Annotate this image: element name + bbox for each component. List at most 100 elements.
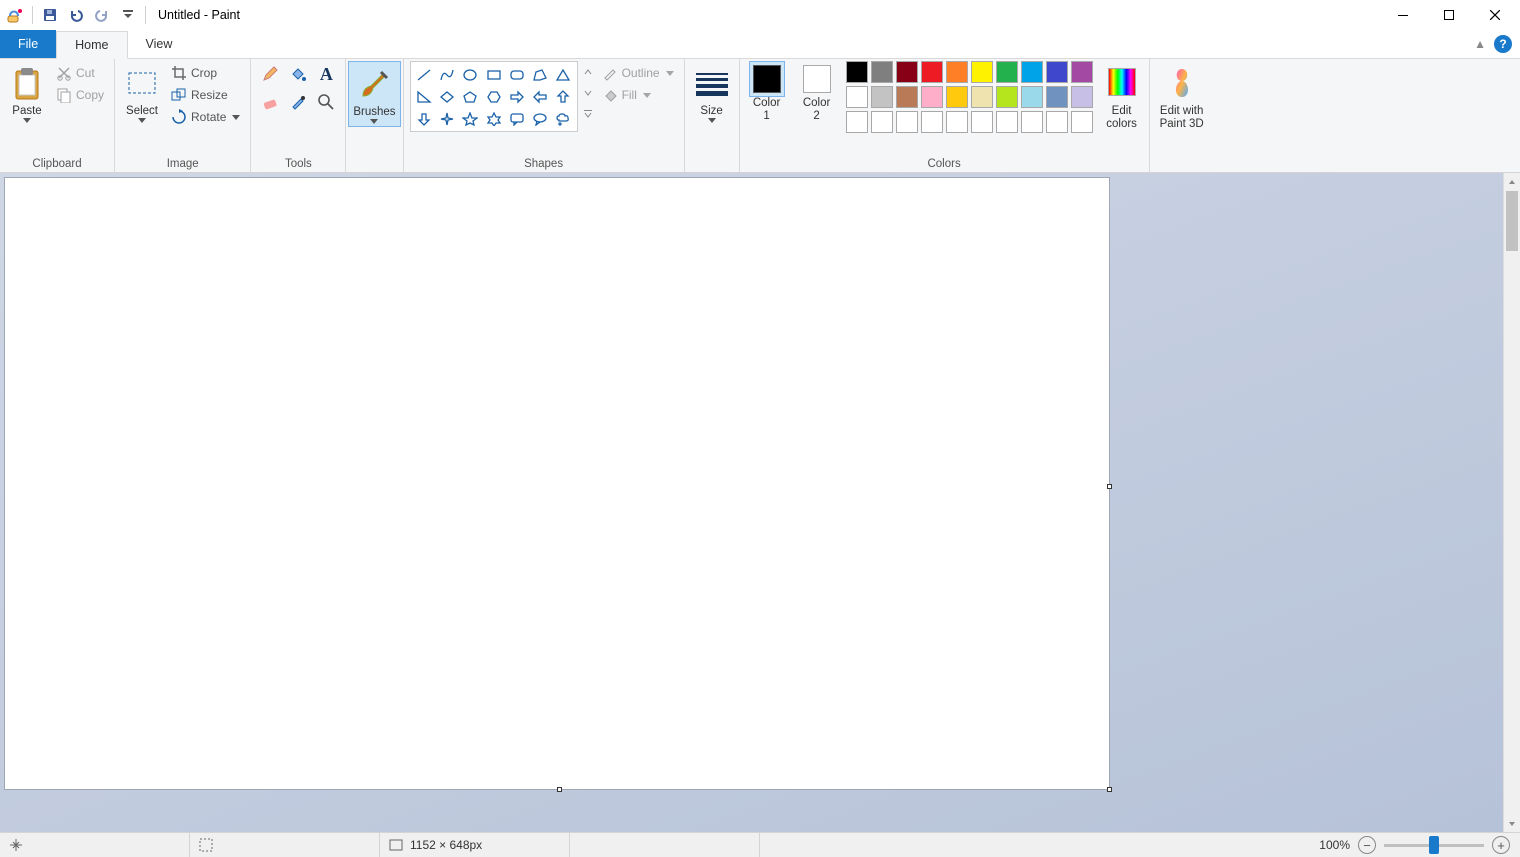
palette-swatch[interactable] [996,86,1018,108]
palette-swatch[interactable] [1046,86,1068,108]
crop-button[interactable]: Crop [167,63,244,83]
shape-arrow-up-icon[interactable] [552,86,574,107]
palette-swatch[interactable] [896,61,918,83]
scroll-thumb[interactable] [1506,191,1518,251]
shape-rectangle-icon[interactable] [482,64,504,85]
palette-swatch[interactable] [1021,111,1043,133]
close-button[interactable] [1472,0,1518,30]
fill-tool-icon[interactable] [285,61,311,87]
text-tool-icon[interactable]: A [313,61,339,87]
palette-swatch[interactable] [1046,111,1068,133]
shape-arrow-right-icon[interactable] [506,86,528,107]
undo-icon[interactable] [63,1,89,29]
palette-swatch[interactable] [996,61,1018,83]
palette-swatch[interactable] [1071,86,1093,108]
palette-swatch[interactable] [896,111,918,133]
eraser-tool-icon[interactable] [257,89,283,115]
shape-arrow-down-icon[interactable] [413,108,435,129]
color2-button[interactable]: Color 2 [796,61,838,123]
palette-swatch[interactable] [846,86,868,108]
shape-pentagon-icon[interactable] [459,86,481,107]
zoom-slider[interactable] [1384,844,1484,847]
palette-swatch[interactable] [946,61,968,83]
shape-callout-cloud-icon[interactable] [552,108,574,129]
brushes-button[interactable]: Brushes [348,61,400,127]
zoom-in-button[interactable]: + [1492,836,1510,854]
palette-swatch[interactable] [871,111,893,133]
palette-swatch[interactable] [971,86,993,108]
color1-button[interactable]: Color 1 [746,61,788,123]
palette-swatch[interactable] [896,86,918,108]
palette-swatch[interactable] [1021,86,1043,108]
shape-4star-icon[interactable] [436,108,458,129]
help-icon[interactable]: ? [1494,35,1512,53]
palette-swatch[interactable] [1071,61,1093,83]
shapes-gallery[interactable] [410,61,578,132]
palette-swatch[interactable] [946,111,968,133]
shape-curve-icon[interactable] [436,64,458,85]
shape-line-icon[interactable] [413,64,435,85]
tab-file[interactable]: File [0,30,56,58]
shape-6star-icon[interactable] [482,108,504,129]
collapse-ribbon-icon[interactable]: ▲ [1474,37,1486,51]
palette-swatch[interactable] [996,111,1018,133]
qat-customize-icon[interactable] [115,1,141,29]
shape-callout-rect-icon[interactable] [506,108,528,129]
shape-oval-icon[interactable] [459,64,481,85]
paste-button[interactable]: Paste [6,61,48,125]
palette-swatch[interactable] [846,111,868,133]
rotate-button[interactable]: Rotate [167,107,244,127]
palette-swatch[interactable] [1071,111,1093,133]
vertical-scrollbar[interactable] [1503,173,1520,832]
tab-home[interactable]: Home [56,31,127,59]
redo-icon[interactable] [89,1,115,29]
save-icon[interactable] [37,1,63,29]
status-zoom: 100% − + [1309,836,1520,854]
shape-triangle-icon[interactable] [552,64,574,85]
palette-swatch[interactable] [921,111,943,133]
zoom-slider-thumb[interactable] [1429,836,1439,854]
copy-button[interactable]: Copy [52,85,108,105]
palette-swatch[interactable] [871,61,893,83]
palette-swatch[interactable] [1046,61,1068,83]
color-picker-tool-icon[interactable] [285,89,311,115]
palette-swatch[interactable] [946,86,968,108]
palette-swatch[interactable] [921,86,943,108]
tab-view[interactable]: View [128,30,191,58]
shape-rounded-rect-icon[interactable] [506,64,528,85]
zoom-out-button[interactable]: − [1358,836,1376,854]
shape-callout-oval-icon[interactable] [529,108,551,129]
maximize-button[interactable] [1426,0,1472,30]
palette-swatch[interactable] [921,61,943,83]
shape-diamond-icon[interactable] [436,86,458,107]
scroll-down-icon[interactable] [1504,815,1520,832]
shape-arrow-left-icon[interactable] [529,86,551,107]
shape-hexagon-icon[interactable] [482,86,504,107]
group-tools: A Tools [251,59,346,172]
size-button[interactable]: Size [691,61,733,125]
palette-swatch[interactable] [1021,61,1043,83]
palette-swatch[interactable] [871,86,893,108]
shape-fill-button[interactable]: Fill [598,85,678,105]
shape-polygon-icon[interactable] [529,64,551,85]
shape-outline-button[interactable]: Outline [598,63,678,83]
cut-button[interactable]: Cut [52,63,108,83]
quick-access-toolbar [28,1,150,29]
pencil-tool-icon[interactable] [257,61,283,87]
edit-colors-button[interactable]: Edit colors [1101,61,1143,133]
scroll-up-icon[interactable] [1504,173,1520,190]
magnifier-tool-icon[interactable] [313,89,339,115]
paint3d-button[interactable]: Edit with Paint 3D [1156,61,1208,133]
palette-swatch[interactable] [971,111,993,133]
drawing-canvas[interactable] [5,178,1109,789]
palette-swatch[interactable] [846,61,868,83]
minimize-button[interactable] [1380,0,1426,30]
window-title: Untitled - Paint [158,8,240,22]
canvas-viewport[interactable] [0,173,1503,832]
select-button[interactable]: Select [121,61,163,125]
shape-right-triangle-icon[interactable] [413,86,435,107]
shapes-scroll[interactable] [582,61,594,125]
resize-button[interactable]: Resize [167,85,244,105]
shape-5star-icon[interactable] [459,108,481,129]
palette-swatch[interactable] [971,61,993,83]
